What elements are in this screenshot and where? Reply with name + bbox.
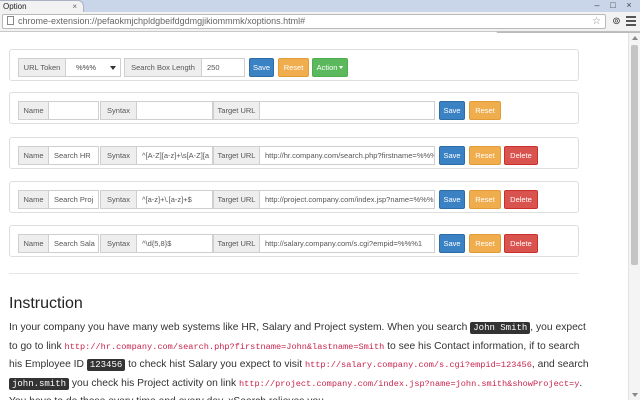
instruction-paragraph: In your company you have many web system… [9,319,589,400]
tab-title: Option [3,2,27,11]
url-token-label: URL Token [18,58,66,77]
rule-delete-button[interactable]: Delete [504,234,538,253]
browser-menu-icon[interactable] [626,16,636,27]
rule-save-button[interactable]: Save [439,146,465,165]
example-username-highlight: john.smith [9,377,70,390]
action-dropdown-button[interactable]: Action [312,58,348,77]
rule-delete-button[interactable]: Delete [504,190,538,209]
instruction-text: , and search [531,359,589,370]
rule-name-input[interactable]: Search HR [48,146,99,165]
window-titlebar: Option × – □ × [0,0,640,12]
rule-row: Name Search Proj Syntax ^[a-z]+\.[a-z]+$… [9,181,579,213]
rule-syntax-input[interactable]: ^[A-Z][a-z]+\s[A-Z][a [136,146,213,165]
minimize-icon[interactable]: – [590,0,604,10]
rule-row: Name Search Sala Syntax ^\d{5,8}$ Target… [9,225,579,257]
syntax-label: Syntax [100,146,137,165]
rule-reset-button[interactable]: Reset [469,190,501,209]
rule-name-input[interactable]: Search Sala [48,234,99,253]
settings-reset-button[interactable]: Reset [278,58,309,77]
example-name-highlight: John Smith [470,322,531,334]
rule-save-button[interactable]: Save [439,190,465,209]
project-example-url: http://project.company.com/index.jsp?nam… [239,378,580,389]
name-label: Name [18,190,49,209]
rule-target-url-input[interactable]: http://hr.company.com/search.php?firstna… [259,146,435,165]
new-rule-syntax-input[interactable] [136,101,213,120]
settings-row: URL Token %%% Search Box Length 250 Save… [9,49,579,81]
tab-close-icon[interactable]: × [72,1,77,12]
rule-syntax-input[interactable]: ^\d{5,8}$ [136,234,213,253]
scroll-down-arrow-icon[interactable] [632,393,638,397]
rule-target-url-input[interactable]: http://project.company.com/index.jsp?nam… [259,190,435,209]
options-page: URL Token %%% Search Box Length 250 Save… [0,33,640,400]
rule-reset-button[interactable]: Reset [469,234,501,253]
maximize-icon[interactable]: □ [606,0,620,10]
target-url-label: Target URL [213,146,260,165]
settings-save-button[interactable]: Save [249,58,274,77]
section-divider [9,273,579,274]
instruction-text: In your company you have many web system… [9,322,471,333]
xsearch-extension-icon[interactable]: ⊚ [610,15,623,28]
syntax-label: Syntax [100,101,137,120]
instruction-text: you check his Project activity on link [69,377,239,389]
salary-example-url: http://salary.company.com/s.cgi?empid=12… [304,360,532,370]
search-box-length-label: Search Box Length [124,58,202,77]
name-label: Name [18,146,49,165]
example-id-highlight: 123456 [86,359,126,371]
new-rule-reset-button[interactable]: Reset [469,101,501,120]
bookmark-star-icon[interactable]: ☆ [592,15,601,28]
rule-reset-button[interactable]: Reset [469,146,501,165]
browser-toolbar: chrome-extension://pefaokmjchpldgbeifdgd… [0,12,640,32]
scroll-up-arrow-icon[interactable] [632,36,638,40]
window-close-icon[interactable]: × [622,0,636,10]
new-rule-save-button[interactable]: Save [439,101,465,120]
rule-save-button[interactable]: Save [439,234,465,253]
instruction-heading: Instruction [9,295,83,312]
scroll-thumb[interactable] [631,45,638,265]
page-icon [7,16,14,25]
chevron-down-icon [110,66,116,70]
address-bar[interactable]: chrome-extension://pefaokmjchpldgbeifdgd… [2,14,606,29]
hr-example-url: http://hr.company.com/search.php?firstna… [64,341,385,352]
browser-tab[interactable]: Option × [0,0,84,12]
action-label: Action [316,63,338,72]
new-rule-row: Name Syntax Target URL Save Reset [9,92,579,124]
syntax-label: Syntax [100,190,137,209]
target-url-label: Target URL [213,101,260,120]
target-url-label: Target URL [213,190,260,209]
search-box-length-input[interactable]: 250 [201,58,245,77]
address-url: chrome-extension://pefaokmjchpldgbeifdgd… [18,16,306,26]
url-token-select[interactable]: %%% [65,58,121,77]
page-scrollbar[interactable] [628,33,640,400]
rule-delete-button[interactable]: Delete [504,146,538,165]
rule-syntax-input[interactable]: ^[a-z]+\.[a-z]+$ [136,190,213,209]
new-rule-name-input[interactable] [48,101,99,120]
url-token-value: %%% [76,63,97,72]
rule-name-input[interactable]: Search Proj [48,190,99,209]
new-rule-target-url-input[interactable] [259,101,435,120]
name-label: Name [18,101,49,120]
rule-target-url-input[interactable]: http://salary.company.com/s.cgi?empid=%%… [259,234,435,253]
instruction-text: to check hist Salary you expect to visit [125,359,305,370]
target-url-label: Target URL [213,234,260,253]
caret-down-icon [339,66,344,69]
syntax-label: Syntax [100,234,137,253]
rule-row: Name Search HR Syntax ^[A-Z][a-z]+\s[A-Z… [9,137,579,169]
name-label: Name [18,234,49,253]
